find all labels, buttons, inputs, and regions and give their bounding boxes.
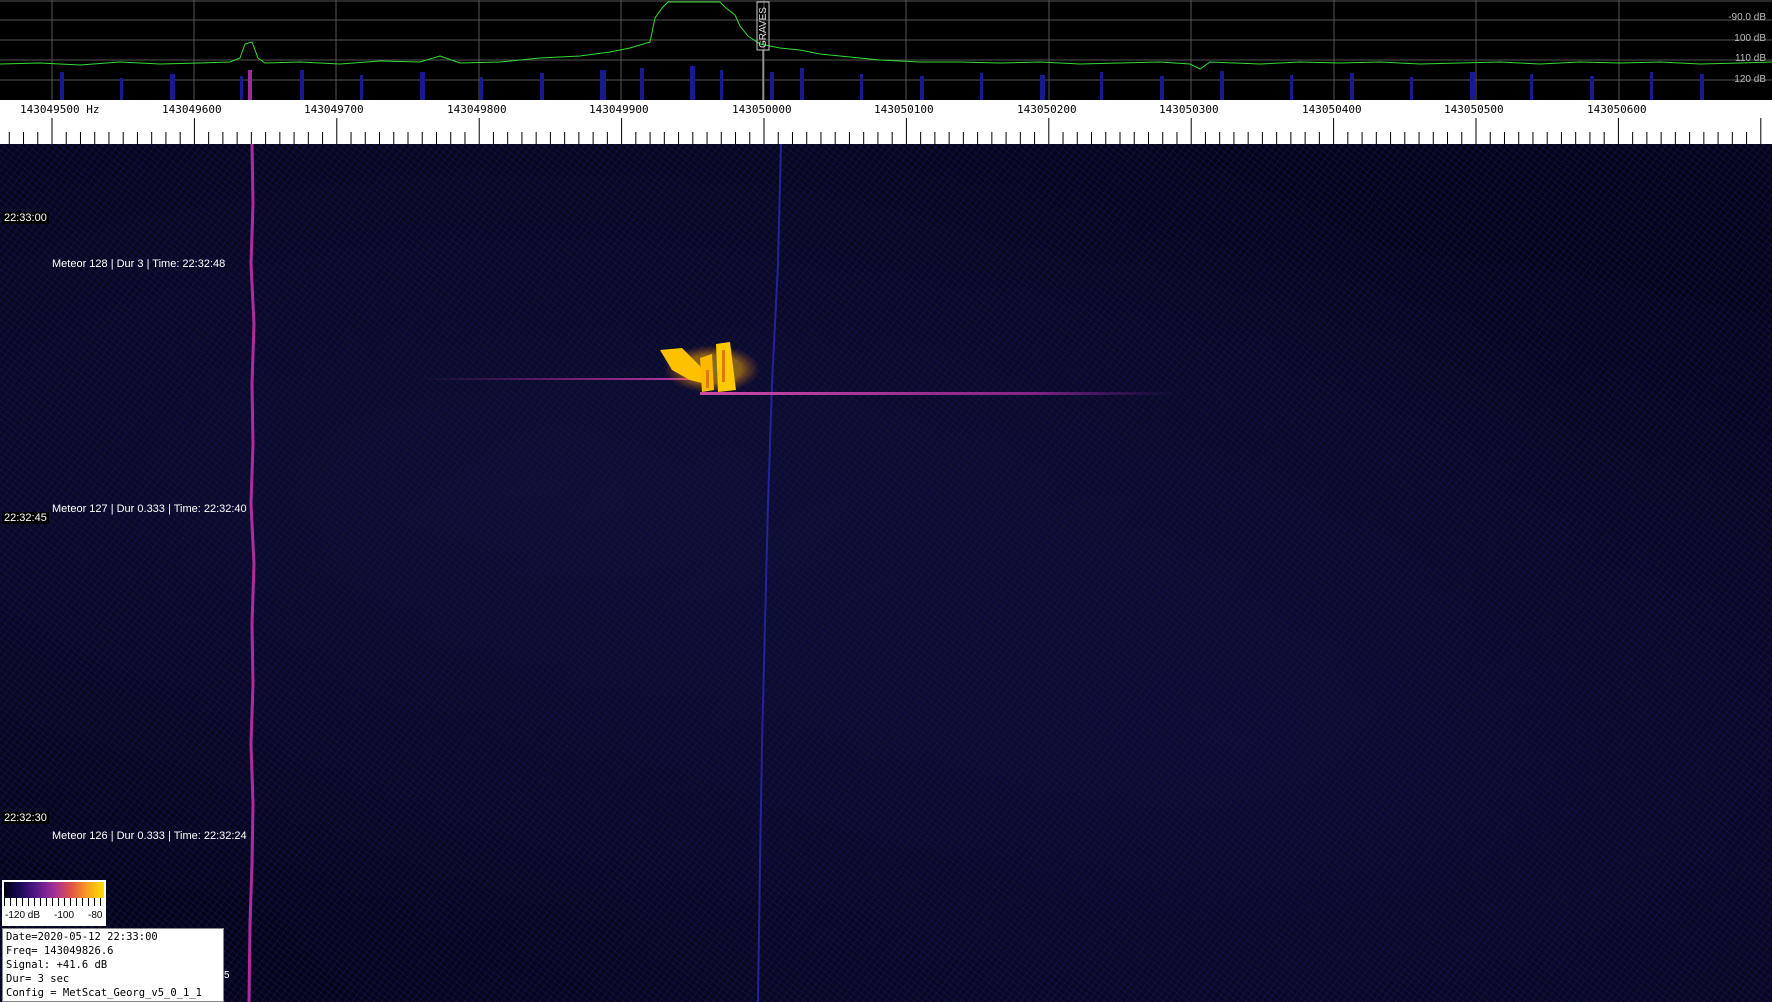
meteor-trail-left [420, 378, 700, 380]
time-label: 22:32:30 [2, 812, 49, 824]
ruler-ticks [8, 118, 1762, 144]
db-label-90: -90.0 dB [1728, 12, 1766, 23]
detection-info-box: Date=2020-05-12 22:33:00 Freq= 143049826… [2, 928, 224, 1002]
meteor-trail-right [700, 392, 1180, 395]
info-dur: Dur= 3 sec [6, 973, 70, 985]
frequency-ruler[interactable]: 143049500 Hz 143049600 143049700 1430498… [0, 100, 1772, 144]
carrier-line [247, 144, 256, 1002]
scale-label-min: -120 dB [5, 910, 41, 921]
color-scale-bar [4, 882, 104, 898]
db-label-110: 110 dB [1735, 53, 1766, 64]
graves-marker-label: GRAVES [758, 7, 769, 48]
info-config: Config = MetScat_Georg_v5_0_1_1 [6, 987, 202, 999]
info-signal: Signal: +41.6 dB [6, 959, 108, 971]
spectrum-panel: GRAVES -90.0 dB 100 dB 110 dB 120 dB [0, 0, 1772, 100]
meteor-label-128: Meteor 128 | Dur 3 | Time: 22:32:48 [52, 258, 226, 270]
info-freq: Freq= 143049826.6 [6, 945, 114, 957]
db-label-120: 120 dB [1734, 74, 1766, 85]
info-date: Date=2020-05-12 22:33:00 [6, 931, 158, 943]
time-label: 22:32:45 [2, 512, 49, 524]
spectrum-noise-bars [60, 66, 1704, 100]
graves-echo-line [757, 144, 782, 1002]
color-scale: -120 dB -100 -80 [2, 880, 106, 926]
spectrum-trace [0, 1, 1772, 70]
meteor-label-127: Meteor 127 | Dur 0.333 | Time: 22:32:40 [52, 503, 247, 515]
time-label: 22:33:00 [2, 212, 49, 224]
spectrum-graph: GRAVES [0, 0, 1772, 100]
meteor-echo [660, 342, 760, 393]
db-label-100: 100 dB [1734, 33, 1766, 44]
waterfall-signals [247, 144, 1180, 1002]
spectrum-lab-window: GRAVES -90.0 dB 100 dB 110 dB 120 dB 143… [0, 0, 1772, 1002]
waterfall-display[interactable]: 22:33:00 22:32:45 22:32:30 Meteor 128 | … [0, 144, 1772, 1002]
scale-label-mid: -100 [54, 910, 75, 921]
scale-label-max: -80 [88, 910, 103, 921]
corner-number: 5 [224, 970, 230, 981]
meteor-label-126: Meteor 126 | Dur 0.333 | Time: 22:32:24 [52, 830, 247, 842]
color-scale-ticks [4, 898, 104, 906]
